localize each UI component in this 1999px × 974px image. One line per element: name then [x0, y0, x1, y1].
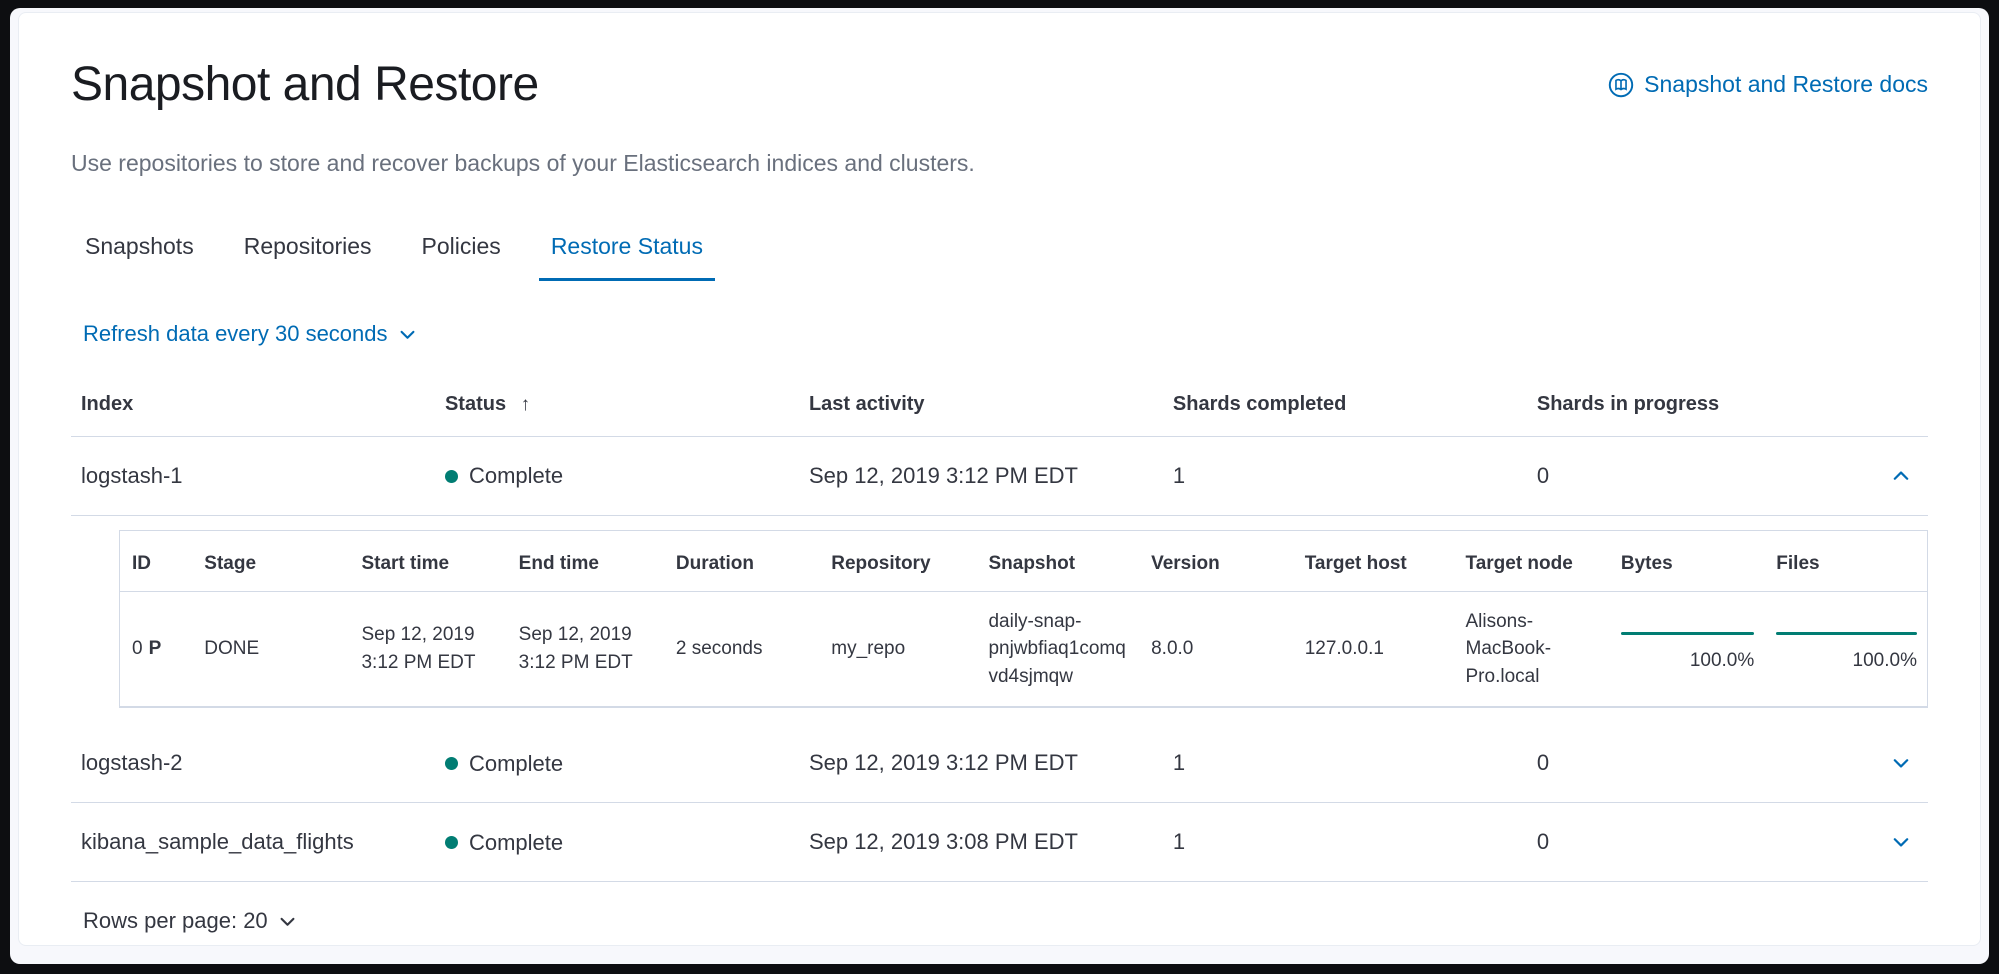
detail-cell-duration: 2 seconds	[664, 591, 819, 707]
screenshot-frame: Snapshot and Restore Snapshot and Restor…	[0, 0, 1999, 974]
detail-column-repository: Repository	[819, 531, 976, 591]
cell-last-activity: Sep 12, 2019 3:12 PM EDT	[799, 724, 1163, 803]
chevron-down-icon	[1890, 831, 1912, 853]
detail-cell-files: 100.0%	[1764, 591, 1927, 707]
detail-column-target-node: Target node	[1454, 531, 1609, 591]
detail-cell-snapshot: daily-snap-pnjwbfiaq1comqvd4sjmqw	[976, 591, 1139, 707]
cell-status: Complete	[435, 724, 799, 803]
shard-detail-row: 0P DONE Sep 12, 2019 3:12 PM EDT Sep 12,…	[120, 591, 1927, 707]
chevron-down-icon	[397, 324, 418, 345]
detail-cell-target-node: Alisons-MacBook-Pro.local	[1454, 591, 1609, 707]
tab-repositories[interactable]: Repositories	[232, 223, 384, 281]
column-header-status[interactable]: Status ↑	[435, 377, 799, 437]
status-label: Complete	[469, 461, 563, 491]
detail-column-bytes: Bytes	[1609, 531, 1764, 591]
page-title: Snapshot and Restore	[71, 57, 539, 113]
cell-shards-in-progress: 0	[1527, 803, 1865, 882]
detail-cell-repository: my_repo	[819, 591, 976, 707]
expanded-detail-row: ID Stage Start time End time Duration Re…	[71, 516, 1928, 725]
documentation-icon	[1608, 72, 1634, 98]
detail-cell-id: 0P	[120, 591, 192, 707]
cell-shards-in-progress: 0	[1527, 724, 1865, 803]
files-progress-bar	[1776, 632, 1917, 635]
rows-per-page-button[interactable]: Rows per page: 20	[83, 908, 298, 934]
column-header-expand	[1865, 377, 1928, 437]
detail-column-id: ID	[120, 531, 192, 591]
cell-index: logstash-2	[71, 724, 435, 803]
column-header-shards-completed: Shards completed	[1163, 377, 1527, 437]
tab-policies[interactable]: Policies	[410, 223, 513, 281]
snapshot-restore-panel: Snapshot and Restore Snapshot and Restor…	[18, 12, 1981, 946]
detail-cell-end-time: Sep 12, 2019 3:12 PM EDT	[507, 591, 664, 707]
page-background: Snapshot and Restore Snapshot and Restor…	[10, 8, 1989, 964]
column-header-last-activity: Last activity	[799, 377, 1163, 437]
cell-shards-completed: 1	[1163, 724, 1527, 803]
detail-column-version: Version	[1139, 531, 1293, 591]
bytes-percent: 100.0%	[1621, 647, 1754, 675]
cell-status: Complete	[435, 437, 799, 516]
shard-id: 0	[132, 638, 143, 659]
shard-details-table: ID Stage Start time End time Duration Re…	[120, 531, 1927, 707]
detail-cell-version: 8.0.0	[1139, 591, 1293, 707]
cell-last-activity: Sep 12, 2019 3:12 PM EDT	[799, 437, 1163, 516]
shard-details-panel: ID Stage Start time End time Duration Re…	[119, 530, 1928, 708]
detail-column-stage: Stage	[192, 531, 349, 591]
primary-shard-flag: P	[149, 638, 162, 659]
status-label: Complete	[469, 749, 563, 779]
cell-index: kibana_sample_data_flights	[71, 803, 435, 882]
detail-column-start-time: Start time	[349, 531, 506, 591]
rows-per-page-label: Rows per page: 20	[83, 908, 268, 934]
cell-shards-completed: 1	[1163, 437, 1527, 516]
page-header: Snapshot and Restore Snapshot and Restor…	[71, 57, 1928, 113]
detail-column-target-host: Target host	[1293, 531, 1454, 591]
files-percent: 100.0%	[1776, 647, 1917, 675]
tab-snapshots[interactable]: Snapshots	[73, 223, 206, 281]
cell-shards-in-progress: 0	[1527, 437, 1865, 516]
column-header-index: Index	[71, 377, 435, 437]
chevron-down-icon	[1890, 752, 1912, 774]
detail-cell-bytes: 100.0%	[1609, 591, 1764, 707]
sort-ascending-icon: ↑	[521, 394, 531, 415]
status-dot-icon	[445, 757, 458, 770]
cell-last-activity: Sep 12, 2019 3:08 PM EDT	[799, 803, 1163, 882]
detail-cell-start-time: Sep 12, 2019 3:12 PM EDT	[349, 591, 506, 707]
column-header-status-label: Status	[445, 393, 506, 415]
restore-status-table: Index Status ↑ Last activity Shards comp…	[71, 377, 1928, 882]
table-row-kibana-sample-data-flights: kibana_sample_data_flights Complete Sep …	[71, 803, 1928, 882]
cell-expand	[1865, 724, 1928, 803]
table-row-logstash-2: logstash-2 Complete Sep 12, 2019 3:12 PM…	[71, 724, 1928, 803]
status-dot-icon	[445, 470, 458, 483]
detail-column-end-time: End time	[507, 531, 664, 591]
tab-restore-status[interactable]: Restore Status	[539, 223, 715, 281]
detail-cell-stage: DONE	[192, 591, 349, 707]
status-dot-icon	[445, 836, 458, 849]
page-subtitle: Use repositories to store and recover ba…	[71, 147, 1928, 179]
detail-column-duration: Duration	[664, 531, 819, 591]
detail-column-files: Files	[1764, 531, 1927, 591]
cell-index: logstash-1	[71, 437, 435, 516]
cell-expand	[1865, 437, 1928, 516]
column-header-shards-in-progress: Shards in progress	[1527, 377, 1865, 437]
bytes-progress-bar	[1621, 632, 1754, 635]
detail-column-snapshot: Snapshot	[976, 531, 1139, 591]
cell-expand	[1865, 803, 1928, 882]
expand-row-button[interactable]	[1884, 746, 1918, 780]
detail-header-row: ID Stage Start time End time Duration Re…	[120, 531, 1927, 591]
refresh-interval-label: Refresh data every 30 seconds	[83, 321, 388, 347]
chevron-up-icon	[1890, 465, 1912, 487]
docs-link-label: Snapshot and Restore docs	[1644, 71, 1928, 98]
cell-shards-completed: 1	[1163, 803, 1527, 882]
collapse-row-button[interactable]	[1884, 459, 1918, 493]
status-label: Complete	[469, 828, 563, 858]
chevron-down-icon	[277, 911, 298, 932]
tab-bar: Snapshots Repositories Policies Restore …	[73, 223, 1928, 281]
table-header-row: Index Status ↑ Last activity Shards comp…	[71, 377, 1928, 437]
cell-status: Complete	[435, 803, 799, 882]
docs-link[interactable]: Snapshot and Restore docs	[1608, 71, 1928, 98]
detail-cell-target-host: 127.0.0.1	[1293, 591, 1454, 707]
refresh-interval-button[interactable]: Refresh data every 30 seconds	[83, 321, 418, 347]
expand-row-button[interactable]	[1884, 825, 1918, 859]
table-row-logstash-1: logstash-1 Complete Sep 12, 2019 3:12 PM…	[71, 437, 1928, 516]
